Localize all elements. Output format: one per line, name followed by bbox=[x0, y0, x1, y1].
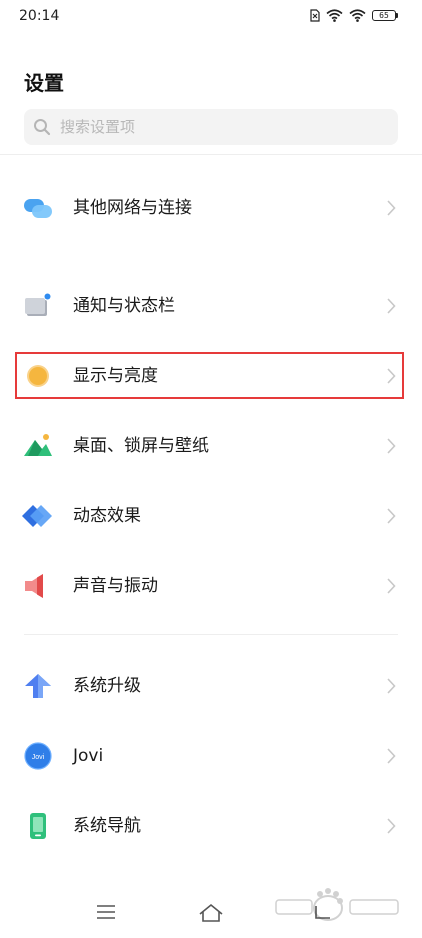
chevron-right-icon bbox=[387, 818, 396, 834]
jovi-icon: Jovi bbox=[24, 742, 52, 770]
settings-item-label: 通知与状态栏 bbox=[73, 296, 175, 316]
chevron-right-icon bbox=[387, 508, 396, 524]
page-title: 设置 bbox=[24, 71, 64, 95]
battery-icon: 65 bbox=[372, 9, 402, 22]
wifi-icon bbox=[326, 9, 343, 22]
divider bbox=[24, 634, 398, 635]
highlight-box bbox=[15, 352, 404, 399]
system-update-icon bbox=[25, 674, 51, 698]
settings-item-label: 声音与振动 bbox=[73, 576, 158, 596]
home-icon[interactable] bbox=[197, 902, 225, 924]
settings-item-label: 其他网络与连接 bbox=[73, 198, 192, 218]
settings-item-network[interactable]: 其他网络与连接 bbox=[0, 178, 422, 238]
notification-icon bbox=[25, 293, 51, 316]
status-bar: 20:14 65 bbox=[0, 0, 422, 34]
network-connection-icon bbox=[24, 199, 52, 218]
settings-item-sound[interactable]: 声音与振动 bbox=[0, 556, 422, 616]
battery-level: 65 bbox=[379, 10, 389, 20]
sound-vibration-icon bbox=[25, 574, 43, 598]
wifi-icon-secondary bbox=[349, 9, 366, 22]
settings-item-label: 桌面、锁屏与壁纸 bbox=[73, 436, 209, 456]
chevron-right-icon bbox=[387, 200, 396, 216]
settings-item-wallpaper[interactable]: 桌面、锁屏与壁纸 bbox=[0, 416, 422, 476]
chevron-right-icon bbox=[387, 438, 396, 454]
chevron-right-icon bbox=[387, 748, 396, 764]
jovi-icon-text: Jovi bbox=[32, 754, 45, 761]
system-navigation-icon bbox=[30, 813, 46, 839]
divider bbox=[0, 154, 422, 155]
search-input[interactable] bbox=[60, 109, 390, 145]
settings-item-motion[interactable]: 动态效果 bbox=[0, 486, 422, 546]
no-sim-icon bbox=[310, 9, 320, 22]
settings-item-label: 系统导航 bbox=[73, 816, 141, 836]
settings-item-notifications[interactable]: 通知与状态栏 bbox=[0, 276, 422, 336]
watermark-logo-icon bbox=[275, 888, 399, 921]
settings-item-jovi[interactable]: Jovi Jovi bbox=[0, 726, 422, 786]
settings-item-label: 动态效果 bbox=[73, 506, 141, 526]
wallpaper-icon bbox=[24, 434, 52, 456]
settings-item-label: 系统升级 bbox=[73, 676, 141, 696]
search-bar[interactable] bbox=[24, 109, 398, 145]
chevron-right-icon bbox=[387, 678, 396, 694]
status-icons: 65 bbox=[310, 9, 402, 22]
settings-item-navigation[interactable]: 系统导航 bbox=[0, 796, 422, 856]
chevron-right-icon bbox=[387, 578, 396, 594]
search-icon bbox=[34, 119, 51, 136]
menu-icon[interactable] bbox=[95, 902, 117, 922]
chevron-right-icon bbox=[387, 298, 396, 314]
status-time: 20:14 bbox=[19, 8, 60, 24]
settings-item-label: Jovi bbox=[73, 746, 104, 766]
settings-item-system-update[interactable]: 系统升级 bbox=[0, 656, 422, 716]
motion-effects-icon bbox=[22, 505, 52, 527]
